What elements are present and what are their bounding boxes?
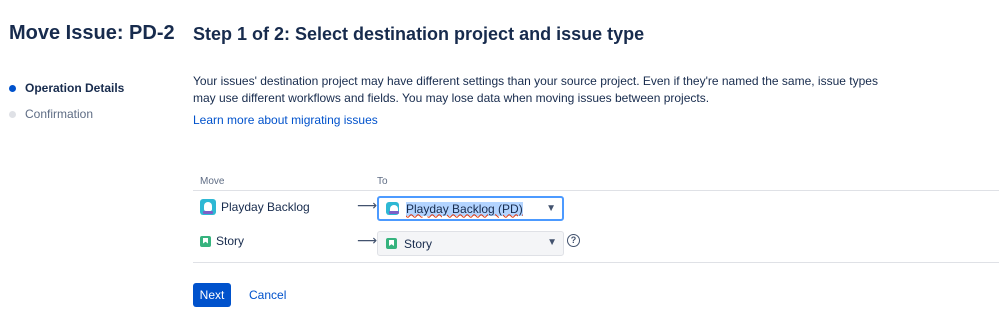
cancel-button[interactable]: Cancel — [249, 288, 286, 302]
chevron-down-icon: ▼ — [546, 203, 556, 214]
table-header: Move To — [193, 170, 999, 191]
destination-issue-type-select[interactable]: Story ▼ — [377, 231, 564, 256]
step-label: Operation Details — [25, 81, 125, 95]
chevron-down-icon: ▼ — [547, 237, 557, 248]
page-title: Move Issue: PD-2 — [9, 22, 175, 44]
step-label: Confirmation — [25, 107, 94, 121]
move-table: Move To Playday Backlog ⟶ Playday Backlo… — [193, 170, 999, 263]
right-arrow-icon: ⟶ — [357, 197, 378, 213]
step-title: Step 1 of 2: Select destination project … — [193, 24, 645, 44]
project-avatar-icon — [386, 202, 399, 215]
step-confirmation: Confirmation — [9, 106, 124, 122]
active-step-dot — [9, 84, 16, 92]
story-icon — [386, 238, 397, 249]
help-icon[interactable]: ? — [567, 234, 580, 247]
column-header-move: Move — [200, 176, 225, 187]
destination-project-select[interactable]: Playday Backlog (PD) ▼ — [377, 196, 564, 221]
step-operation-details: Operation Details — [9, 80, 124, 96]
source-issue-type: Story — [200, 234, 244, 248]
source-project-label: Playday Backlog — [221, 200, 310, 214]
story-icon — [200, 235, 211, 247]
next-button[interactable]: Next — [193, 283, 231, 307]
description-text: Your issues' destination project may hav… — [193, 74, 878, 105]
project-avatar-icon — [200, 199, 216, 215]
source-issue-type-label: Story — [216, 234, 245, 248]
destination-issue-type-value: Story — [404, 236, 433, 251]
source-project: Playday Backlog — [200, 199, 310, 215]
destination-project-value: Playday Backlog (PD) — [406, 201, 523, 216]
right-arrow-icon: ⟶ — [357, 232, 378, 248]
step-progress: Operation Details Confirmation — [9, 80, 124, 132]
table-row-project: Playday Backlog ⟶ Playday Backlog (PD) ▼ — [193, 191, 999, 226]
table-row-issue-type: Story ⟶ Story ▼ ? — [193, 226, 999, 263]
learn-more-link[interactable]: Learn more about migrating issues — [193, 113, 378, 127]
inactive-step-dot — [9, 110, 16, 118]
column-header-to: To — [377, 176, 388, 187]
